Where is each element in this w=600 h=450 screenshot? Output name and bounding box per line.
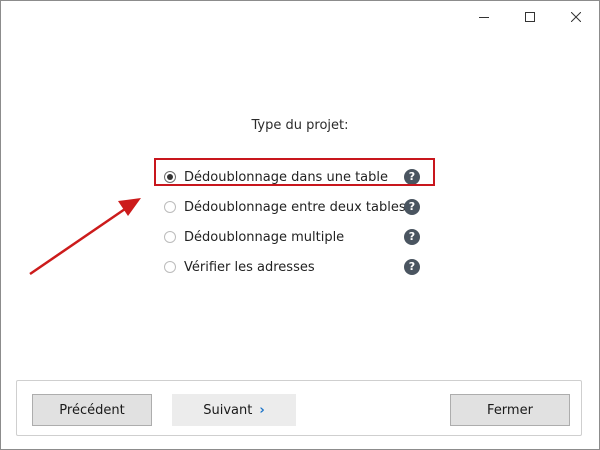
option-label: Vérifier les adresses [184, 259, 315, 275]
wizard-footer: Précédent Suivant › Fermer [16, 380, 582, 436]
radio-button-checked[interactable] [164, 171, 176, 183]
close-button-label: Fermer [487, 402, 533, 418]
radio-button[interactable] [164, 201, 176, 213]
next-button[interactable]: Suivant › [172, 394, 296, 426]
help-icon[interactable]: ? [404, 229, 420, 245]
option-verify-addresses[interactable]: Vérifier les adresses ? [164, 252, 424, 282]
close-button[interactable]: Fermer [450, 394, 570, 426]
previous-button[interactable]: Précédent [32, 394, 152, 426]
maximize-icon [525, 12, 535, 22]
help-icon[interactable]: ? [404, 199, 420, 215]
project-type-options: Dédoublonnage dans une table ? Dédoublon… [164, 162, 424, 282]
chevron-right-icon: › [259, 402, 265, 418]
next-button-label: Suivant [203, 402, 253, 418]
option-dedup-single-table[interactable]: Dédoublonnage dans une table ? [164, 162, 424, 192]
help-icon[interactable]: ? [404, 259, 420, 275]
radio-dot [167, 174, 173, 180]
option-label: Dédoublonnage dans une table [184, 169, 388, 185]
maximize-button[interactable] [507, 1, 553, 33]
option-label: Dédoublonnage multiple [184, 229, 345, 245]
minimize-icon [479, 17, 489, 18]
option-dedup-multiple[interactable]: Dédoublonnage multiple ? [164, 222, 424, 252]
option-label: Dédoublonnage entre deux tables [184, 199, 406, 215]
project-type-title: Type du projet: [251, 118, 349, 133]
previous-button-label: Précédent [59, 402, 125, 418]
wizard-window: Type du projet: Dédoublonnage dans une t… [0, 0, 600, 450]
option-dedup-two-tables[interactable]: Dédoublonnage entre deux tables ? [164, 192, 424, 222]
minimize-button[interactable] [461, 1, 507, 33]
radio-button[interactable] [164, 261, 176, 273]
close-window-button[interactable] [553, 1, 599, 33]
help-icon[interactable]: ? [404, 169, 420, 185]
radio-button[interactable] [164, 231, 176, 243]
close-icon [571, 12, 581, 22]
